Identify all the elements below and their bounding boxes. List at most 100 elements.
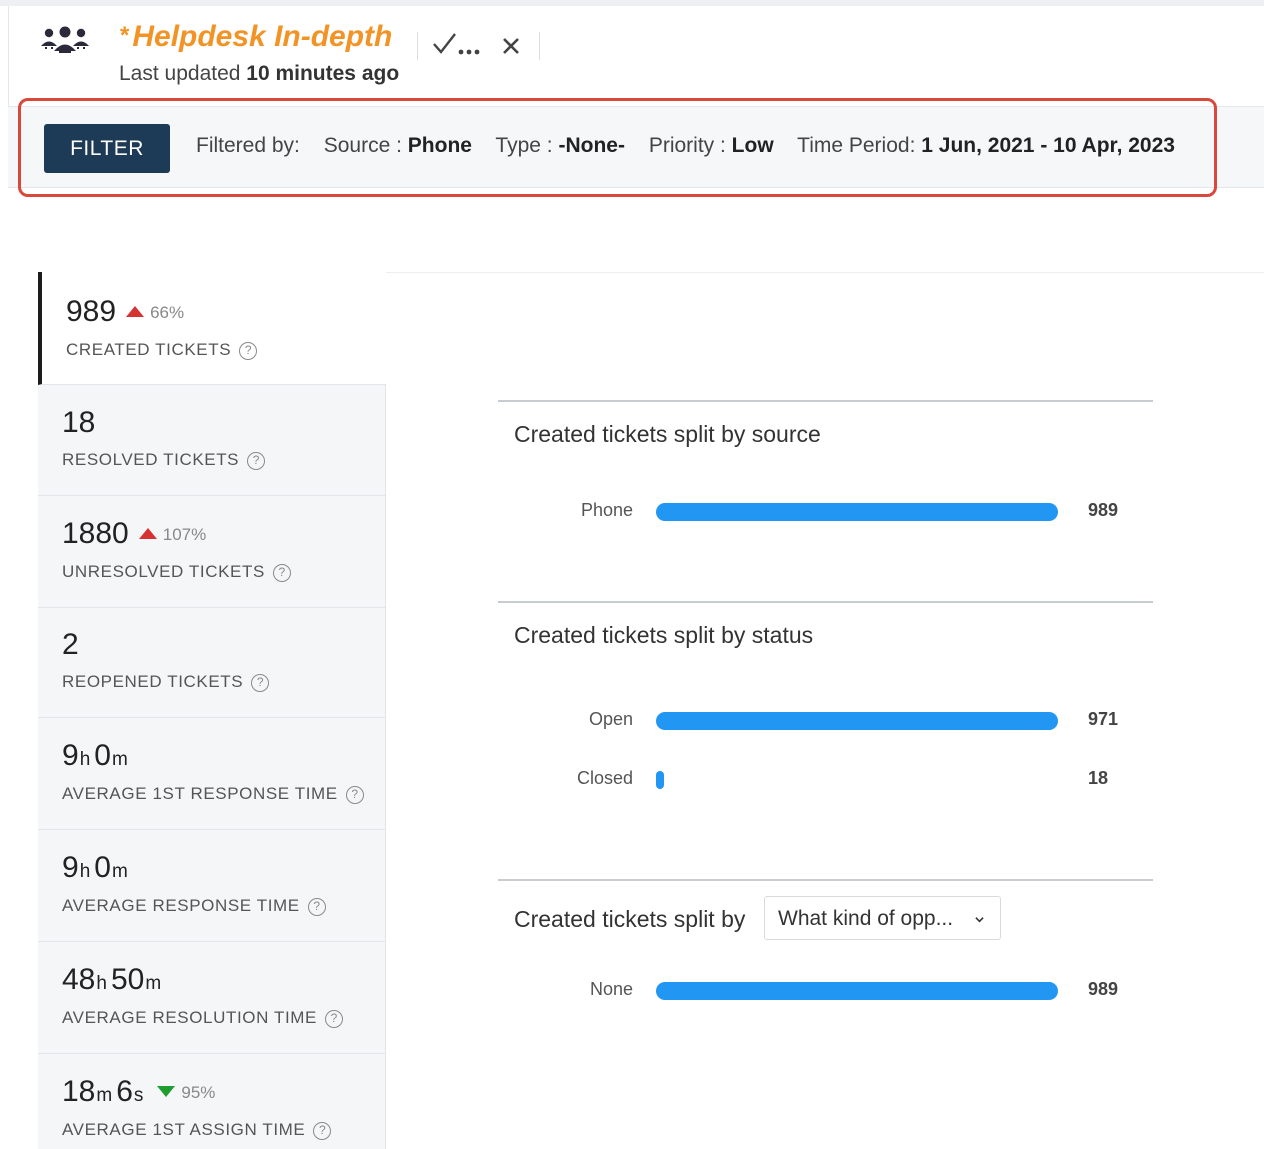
last-updated-prefix: Last updated (119, 62, 241, 85)
filter-summary: Filtered by: Source : Phone Type : -None… (196, 134, 1193, 158)
metric-card-avg-resolution-time[interactable]: 48h 50m AVERAGE RESOLUTION TIME? (38, 942, 386, 1054)
metric-trend-value: 66% (150, 303, 185, 323)
bar-row[interactable]: None 989 (498, 979, 1153, 1003)
metric-label: CREATED TICKETS? (66, 340, 258, 360)
metric-label: RESOLVED TICKETS? (62, 450, 266, 470)
metric-label-text: REOPENED TICKETS (62, 672, 244, 691)
metric-number: 0 (94, 739, 111, 772)
help-icon[interactable]: ? (345, 786, 364, 804)
bar-row[interactable]: Open 971 (498, 709, 1153, 733)
bar-label: Closed (576, 768, 633, 788)
metric-label: REOPENED TICKETS? (62, 672, 270, 692)
metric-label-text: AVERAGE 1ST ASSIGN TIME (62, 1120, 306, 1139)
filter-value: -None- (558, 134, 625, 157)
metric-trend-value: 107% (162, 525, 207, 545)
help-icon[interactable]: ? (247, 452, 266, 470)
bar-label: Phone (580, 500, 633, 520)
filter-label: Type : (495, 134, 553, 157)
bar-row[interactable]: Phone 989 (498, 500, 1153, 524)
filter-value: 1 Jun, 2021 - 10 Apr, 2023 (921, 134, 1175, 157)
metric-number: 9 (62, 739, 79, 772)
unsaved-marker: * (119, 22, 129, 49)
header-separator (539, 32, 540, 60)
filter-source: Source : Phone (324, 134, 472, 157)
metric-label: AVERAGE 1ST ASSIGN TIME? (62, 1120, 332, 1140)
help-icon[interactable]: ? (251, 674, 270, 692)
panel-split-by-source: Created tickets split by source Phone 98… (498, 400, 1153, 600)
field-select-dropdown[interactable]: What kind of opp... (764, 896, 1001, 940)
bar[interactable] (656, 712, 1058, 730)
metric-number: 18 (62, 1075, 96, 1108)
filter-label: Source : (323, 134, 402, 157)
bar[interactable] (656, 503, 1058, 521)
metric-label-text: AVERAGE 1ST RESPONSE TIME (62, 784, 338, 803)
metric-number: 48 (62, 963, 96, 996)
metric-value: 9h 0m (62, 851, 132, 885)
panel-split-by-custom-field: Created tickets split by What kind of op… (498, 879, 1153, 1079)
bar-value: 989 (1088, 500, 1119, 520)
trend-up-icon (138, 528, 157, 540)
report-title-text: Helpdesk In-depth (132, 20, 393, 53)
check-more-icon[interactable] (431, 28, 481, 60)
metric-label-text: CREATED TICKETS (66, 340, 232, 359)
filter-label: Time Period: (797, 134, 916, 157)
filter-value: Low (731, 134, 774, 157)
bar[interactable] (656, 982, 1058, 1000)
trend-up-icon (126, 306, 145, 318)
metric-trend: 66% (126, 303, 184, 322)
metric-trend-value: 95% (181, 1083, 216, 1103)
trend-down-icon (157, 1086, 176, 1098)
help-icon[interactable]: ? (325, 1010, 343, 1028)
metric-card-created-tickets[interactable]: 989 66% CREATED TICKETS? (38, 272, 386, 385)
last-updated-value: 10 minutes ago (246, 62, 400, 85)
metric-card-unresolved-tickets[interactable]: 1880 107% UNRESOLVED TICKETS? (38, 496, 386, 608)
help-icon[interactable]: ? (239, 342, 258, 360)
help-icon[interactable]: ? (307, 898, 326, 916)
metric-unit: m (111, 749, 128, 770)
filter-time-period: Time Period: 1 Jun, 2021 - 10 Apr, 2023 (797, 134, 1175, 157)
metric-label-text: RESOLVED TICKETS (62, 450, 240, 469)
metric-label: AVERAGE RESPONSE TIME? (62, 896, 326, 916)
content-divider (386, 272, 1264, 273)
metric-unit: s (133, 1085, 144, 1106)
metric-number: 6 (116, 1075, 133, 1108)
metric-value: 989 66% (66, 295, 184, 329)
help-icon[interactable]: ? (272, 564, 291, 582)
panel-title: Created tickets split by status (514, 622, 814, 648)
filter-type: Type : -None- (495, 134, 625, 157)
header-separator (417, 32, 418, 60)
filter-priority: Priority : Low (649, 134, 774, 157)
close-icon[interactable] (499, 34, 523, 58)
metric-trend: 107% (138, 525, 207, 545)
metric-card-reopened-tickets[interactable]: 2 REOPENED TICKETS? (38, 608, 386, 718)
metric-value: 18m 6s 95% (62, 1075, 215, 1109)
panel-split-by-status: Created tickets split by status Open 971… (498, 601, 1153, 879)
filter-button[interactable]: FILTER (44, 124, 170, 173)
metric-number: 1880 (62, 517, 129, 550)
dropdown-selected-value: What kind of opp... (778, 907, 954, 930)
metric-card-avg-1st-assign-time[interactable]: 18m 6s 95% AVERAGE 1ST ASSIGN TIME? (38, 1054, 386, 1149)
metric-unit: h (79, 861, 91, 882)
filter-value: Phone (407, 134, 472, 157)
metric-number: 2 (62, 628, 79, 661)
metric-value: 48h 50m (62, 963, 165, 997)
metric-card-avg-1st-response-time[interactable]: 9h 0m AVERAGE 1ST RESPONSE TIME? (38, 718, 386, 830)
metric-label: AVERAGE 1ST RESPONSE TIME? (62, 784, 364, 804)
metric-label-text: AVERAGE RESOLUTION TIME (62, 1008, 317, 1027)
filter-label: Priority : (648, 134, 726, 157)
metric-label: UNRESOLVED TICKETS? (62, 562, 291, 582)
metric-card-resolved-tickets[interactable]: 18 RESOLVED TICKETS? (38, 385, 386, 496)
bar[interactable] (656, 771, 664, 789)
metric-unit: m (96, 1085, 113, 1106)
bar-label: None (589, 979, 633, 999)
metric-label-text: AVERAGE RESPONSE TIME (62, 896, 300, 915)
metric-unit: h (96, 973, 107, 994)
metric-card-avg-response-time[interactable]: 9h 0m AVERAGE RESPONSE TIME? (38, 830, 386, 942)
help-icon[interactable]: ? (313, 1122, 332, 1140)
metric-number: 0 (94, 851, 111, 884)
bar-label: Open (588, 709, 633, 729)
report-header: * Helpdesk In-depth Last updated 10 minut… (8, 6, 1264, 106)
team-logo-icon (41, 26, 89, 53)
bar-row[interactable]: Closed 18 (498, 768, 1153, 792)
bar-value: 989 (1088, 979, 1119, 999)
